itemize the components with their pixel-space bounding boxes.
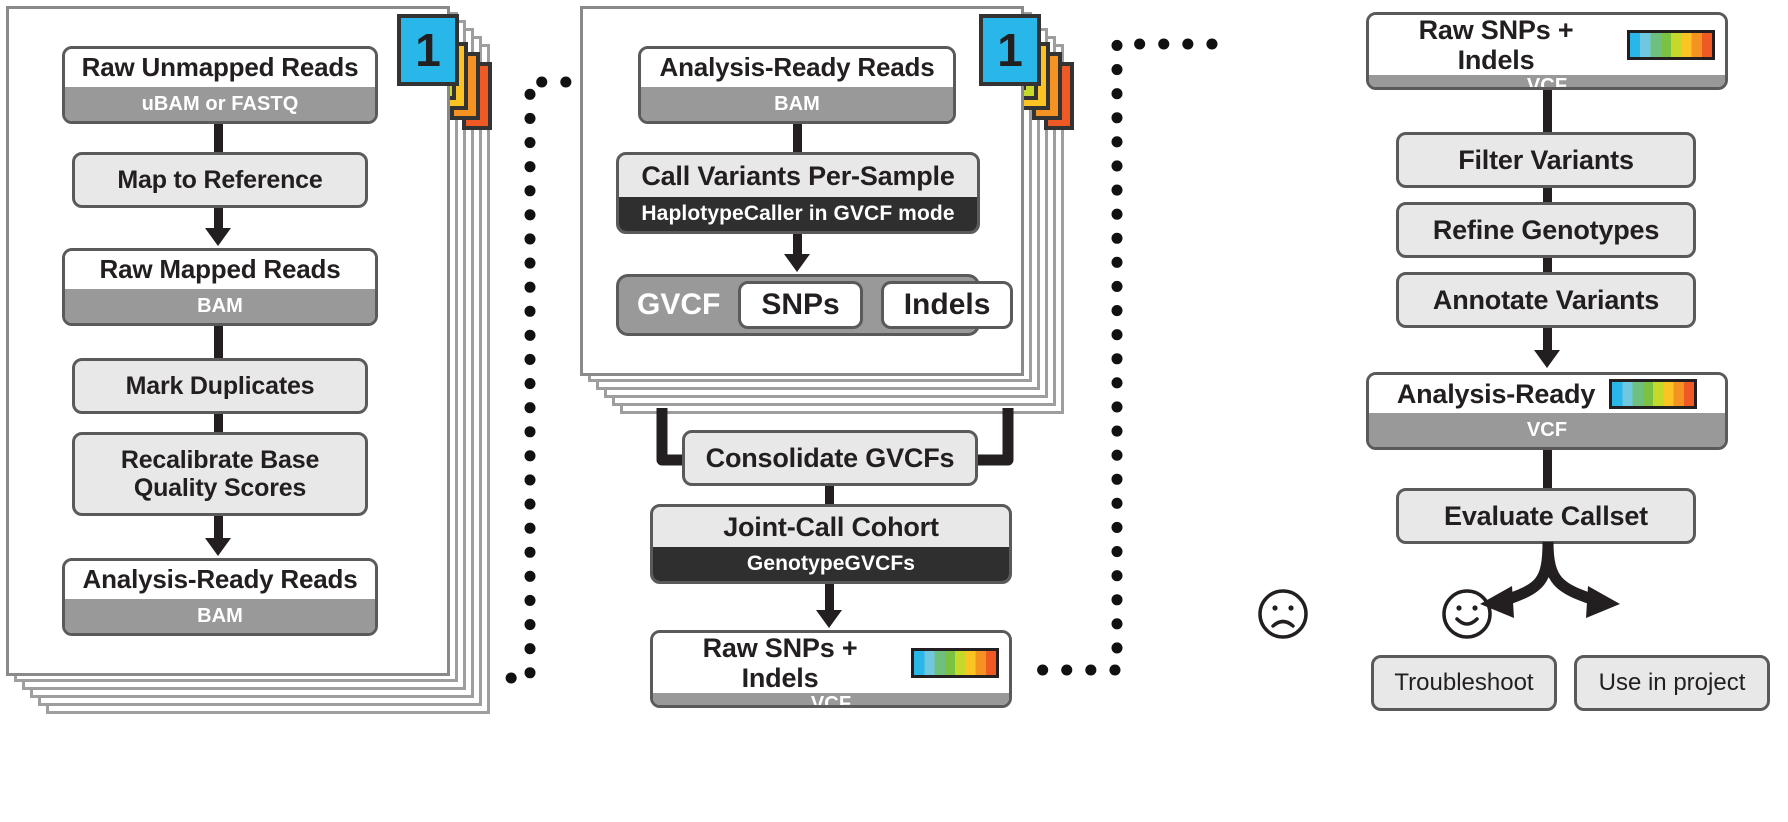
node-evaluate-callset[interactable]: Evaluate Callset — [1396, 488, 1696, 544]
node-refine-genotypes[interactable]: Refine Genotypes — [1396, 202, 1696, 258]
node-annotate-variants[interactable]: Annotate Variants — [1396, 272, 1696, 328]
node-raw-snps-indels-p3-format: VCF — [1369, 75, 1725, 87]
node-filter-variants-label: Filter Variants — [1458, 144, 1634, 175]
node-call-variants-per-sample-tool: HaplotypeCaller in GVCF mode — [619, 197, 977, 231]
node-consolidate-gvcfs-label: Consolidate GVCFs — [705, 442, 955, 473]
node-analysis-ready-reads-p1[interactable]: Analysis-Ready Reads BAM — [62, 558, 378, 636]
node-raw-unmapped-reads-format: uBAM or FASTQ — [65, 87, 375, 121]
node-raw-mapped-reads[interactable]: Raw Mapped Reads BAM — [62, 248, 378, 326]
node-gvcf-label: GVCF — [637, 288, 721, 321]
node-map-to-reference-label: Map to Reference — [117, 166, 323, 194]
node-analysis-ready-p3-format: VCF — [1369, 413, 1725, 447]
node-joint-call-cohort[interactable]: Joint-Call Cohort GenotypeGVCFs — [650, 504, 1012, 584]
outcome-troubleshoot-button[interactable]: Troubleshoot — [1371, 655, 1557, 711]
arrow-head-2d — [816, 610, 842, 628]
connector-1a — [214, 124, 223, 152]
node-raw-snps-indels-p2-text: Raw SNPs + Indels — [702, 633, 858, 694]
node-raw-snps-indels-p3-text: Raw SNPs + Indels — [1418, 15, 1574, 76]
node-raw-snps-indels-p2[interactable]: Raw SNPs + Indels VCF — [650, 630, 1012, 708]
node-filter-variants[interactable]: Filter Variants — [1396, 132, 1696, 188]
connector-1c — [214, 326, 223, 358]
node-gvcf[interactable]: GVCF SNPs Indels — [616, 274, 1014, 336]
node-analysis-ready-reads-p1-label: Analysis-Ready Reads — [65, 561, 375, 599]
node-raw-snps-indels-p3[interactable]: Raw SNPs + Indels VCF — [1366, 12, 1728, 90]
connector-1d — [214, 414, 223, 432]
node-evaluate-callset-label: Evaluate Callset — [1444, 500, 1648, 531]
node-analysis-ready-reads-p2-format: BAM — [641, 87, 953, 121]
connector-2c — [825, 486, 834, 504]
node-recalibrate-base-quality-scores-label: Recalibrate Base Quality Scores — [120, 446, 320, 502]
connector-3c — [1543, 258, 1552, 272]
node-consolidate-gvcfs[interactable]: Consolidate GVCFs — [682, 430, 978, 486]
node-gvcf-pill-snps[interactable]: SNPs — [738, 281, 863, 329]
node-gvcf-pill-indels[interactable]: Indels — [880, 281, 1014, 329]
node-annotate-variants-label: Annotate Variants — [1432, 284, 1660, 315]
node-refine-genotypes-label: Refine Genotypes — [1432, 214, 1660, 245]
connector-3b — [1543, 188, 1552, 202]
node-raw-snps-indels-p2-label: Raw SNPs + Indels — [653, 633, 1009, 694]
node-raw-mapped-reads-format: BAM — [65, 289, 375, 323]
sample-tab-1[interactable]: 1 — [397, 14, 459, 86]
node-analysis-ready-p3-label: Analysis-Ready — [1369, 375, 1725, 413]
connector-3a — [1543, 90, 1552, 132]
arrow-head-3d — [1534, 350, 1560, 368]
sad-face-icon — [1258, 589, 1308, 639]
node-analysis-ready-reads-p2[interactable]: Analysis-Ready Reads BAM — [638, 46, 956, 124]
node-analysis-ready-reads-p2-label: Analysis-Ready Reads — [641, 49, 953, 87]
node-raw-unmapped-reads[interactable]: Raw Unmapped Reads uBAM or FASTQ — [62, 46, 378, 124]
node-recalibrate-base-quality-scores[interactable]: Recalibrate Base Quality Scores — [72, 432, 368, 516]
outcome-use-in-project-label: Use in project — [1598, 669, 1746, 696]
rainbow-swatch-icon-p3b — [1609, 379, 1698, 409]
node-analysis-ready-p3-text: Analysis-Ready — [1396, 378, 1596, 409]
workflow-diagram: 1 Raw Unmapped Reads uBAM or FASTQ Map t… — [0, 0, 1788, 822]
node-call-variants-per-sample[interactable]: Call Variants Per-Sample HaplotypeCaller… — [616, 152, 980, 234]
rainbow-swatch-icon-p3a — [1627, 30, 1715, 61]
dotted-connector-2 — [1026, 38, 1218, 676]
node-call-variants-per-sample-label: Call Variants Per-Sample — [641, 160, 955, 191]
node-analysis-ready-reads-p1-format: BAM — [65, 599, 375, 633]
node-mark-duplicates[interactable]: Mark Duplicates — [72, 358, 368, 414]
outcome-troubleshoot-label: Troubleshoot — [1394, 669, 1534, 696]
node-analysis-ready-p3[interactable]: Analysis-Ready VCF — [1366, 372, 1728, 450]
connector-2a — [793, 124, 802, 152]
node-raw-snps-indels-p3-label: Raw SNPs + Indels — [1369, 15, 1725, 76]
node-raw-mapped-reads-label: Raw Mapped Reads — [65, 251, 375, 289]
arrow-head-1b — [205, 228, 231, 246]
rainbow-swatch-icon-p2 — [911, 648, 999, 679]
connector-3e — [1543, 450, 1552, 488]
node-raw-unmapped-reads-label: Raw Unmapped Reads — [65, 49, 375, 87]
node-joint-call-cohort-label: Joint-Call Cohort — [723, 511, 939, 542]
arrow-head-2b — [784, 254, 810, 272]
sample-tab-1-label: 1 — [415, 24, 441, 76]
node-mark-duplicates-label: Mark Duplicates — [125, 372, 315, 400]
node-raw-snps-indels-p2-format: VCF — [653, 693, 1009, 705]
outcome-use-in-project-button[interactable]: Use in project — [1574, 655, 1770, 711]
arrow-head-1e — [205, 538, 231, 556]
node-joint-call-cohort-tool: GenotypeGVCFs — [653, 547, 1009, 581]
happy-face-icon — [1442, 589, 1492, 639]
node-map-to-reference[interactable]: Map to Reference — [72, 152, 368, 208]
